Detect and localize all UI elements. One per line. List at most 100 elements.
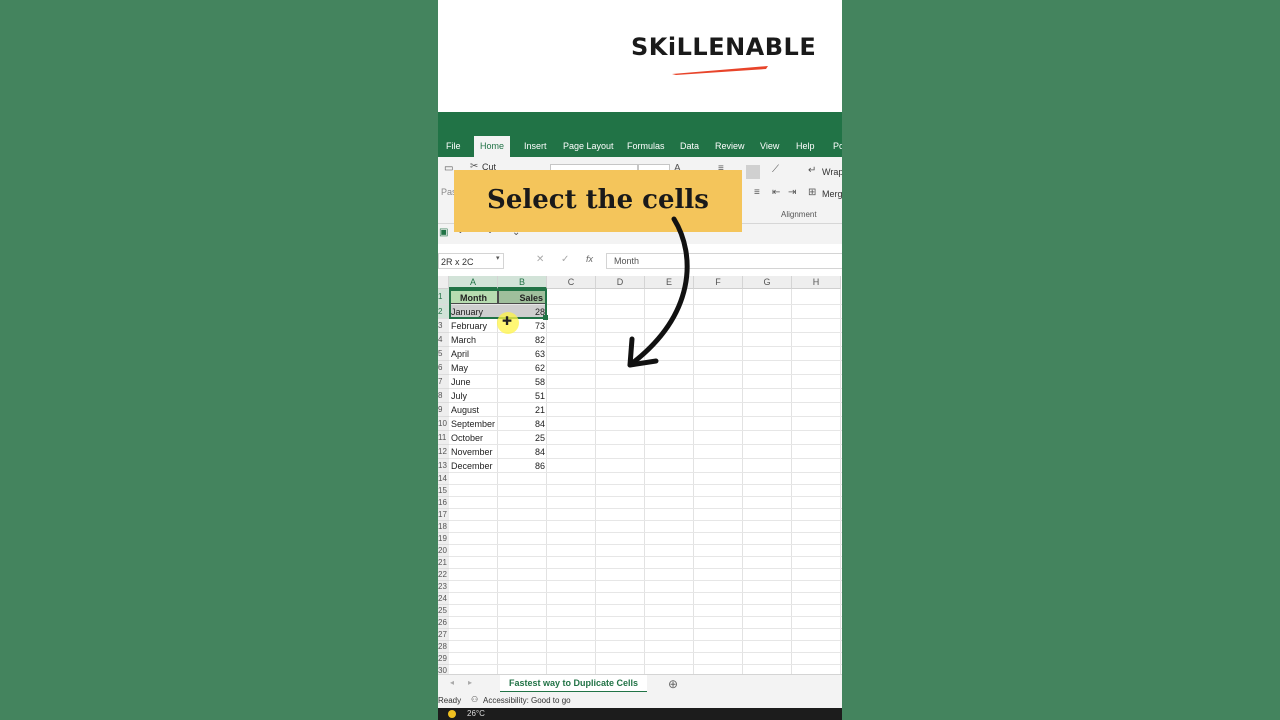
tab-review[interactable]: Review (709, 136, 751, 157)
cell-sales[interactable]: 62 (498, 361, 547, 375)
row-header[interactable]: 6 (438, 361, 449, 375)
column-header[interactable]: C (547, 276, 596, 289)
cell-month[interactable]: March (449, 333, 498, 347)
select-all-corner[interactable] (438, 276, 449, 289)
cell-sales[interactable]: 86 (498, 459, 547, 473)
cell-sales[interactable]: 51 (498, 389, 547, 403)
merge-button[interactable]: Merg (822, 189, 842, 199)
sheet-tab-active[interactable]: Fastest way to Duplicate Cells (500, 675, 648, 693)
cell-b1-header[interactable]: Sales (498, 290, 547, 304)
prev-sheet-icon[interactable]: ◂ (450, 678, 454, 687)
cell-month[interactable]: September (449, 417, 498, 431)
row-header[interactable]: 27 (438, 629, 449, 641)
tab-help[interactable]: Help (790, 136, 821, 157)
row-header[interactable]: 22 (438, 569, 449, 581)
row-header[interactable]: 3 (438, 319, 449, 333)
cell-sales[interactable]: 84 (498, 445, 547, 459)
row-header[interactable]: 2 (438, 305, 449, 319)
wrap-text-button[interactable]: Wrap (822, 167, 842, 177)
cell-sales[interactable]: 58 (498, 375, 547, 389)
skillenable-logo: SKiLLENABLE (631, 33, 817, 61)
row-header[interactable]: 19 (438, 533, 449, 545)
weather-temp[interactable]: 26°C (467, 709, 485, 718)
decrease-indent-icon[interactable]: ⇤ (772, 187, 780, 198)
cell-sales[interactable]: 82 (498, 333, 547, 347)
enter-icon[interactable]: ✓ (561, 254, 569, 265)
save-icon[interactable]: ▣ (439, 227, 448, 238)
cell-month[interactable]: June (449, 375, 498, 389)
row-header[interactable]: 5 (438, 347, 449, 361)
align-right-icon[interactable]: ≡ (754, 187, 760, 198)
row-header[interactable]: 14 (438, 473, 449, 485)
cell-a1-header[interactable]: Month (449, 290, 498, 304)
cell-sales[interactable]: 25 (498, 431, 547, 445)
column-header[interactable]: F (694, 276, 743, 289)
row-header[interactable]: 16 (438, 497, 449, 509)
cell-month[interactable]: December (449, 459, 498, 473)
tab-view[interactable]: View (754, 136, 785, 157)
cell-month[interactable]: May (449, 361, 498, 375)
column-header[interactable]: G (743, 276, 792, 289)
merge-icon[interactable]: ⊞ (808, 187, 816, 198)
row-header[interactable]: 15 (438, 485, 449, 497)
cell-month[interactable]: November (449, 445, 498, 459)
cell-month[interactable]: August (449, 403, 498, 417)
row-header[interactable]: 12 (438, 445, 449, 459)
tab-insert[interactable]: Insert (518, 136, 553, 157)
row-header[interactable]: 20 (438, 545, 449, 557)
row-header[interactable]: 23 (438, 581, 449, 593)
row-header[interactable]: 13 (438, 459, 449, 473)
row-header[interactable]: 8 (438, 389, 449, 403)
grid-line (449, 556, 842, 557)
tab-data[interactable]: Data (674, 136, 705, 157)
tab-more[interactable]: Po (827, 136, 842, 157)
paste-icon[interactable]: ▭ (444, 163, 453, 174)
orientation-icon[interactable]: ⟋ (772, 164, 779, 175)
accessibility-status[interactable]: Accessibility: Good to go (483, 696, 571, 705)
tab-file[interactable]: File (440, 136, 467, 157)
row-header[interactable]: 24 (438, 593, 449, 605)
cell-month[interactable]: July (449, 389, 498, 403)
windows-taskbar: 26°C (438, 708, 842, 720)
insert-function-icon[interactable]: fx (586, 254, 593, 264)
row-header[interactable]: 1 (438, 289, 449, 305)
logo-swoosh-icon (672, 66, 768, 75)
row-header[interactable]: 18 (438, 521, 449, 533)
name-box[interactable]: 2R x 2C (438, 253, 504, 269)
cell-sales[interactable]: 84 (498, 417, 547, 431)
cell-month[interactable]: February (449, 319, 498, 333)
row-header[interactable]: 11 (438, 431, 449, 445)
column-header[interactable]: A (449, 276, 498, 289)
column-header[interactable]: B (498, 276, 547, 289)
tab-formulas[interactable]: Formulas (621, 136, 671, 157)
row-header[interactable]: 28 (438, 641, 449, 653)
row-header[interactable]: 26 (438, 617, 449, 629)
cell-month[interactable]: January (449, 305, 498, 319)
cell-sales[interactable]: 21 (498, 403, 547, 417)
increase-indent-icon[interactable]: ⇥ (788, 187, 796, 198)
row-header[interactable]: 4 (438, 333, 449, 347)
align-bottom-icon[interactable] (746, 165, 760, 179)
cancel-icon[interactable]: ✕ (536, 254, 544, 265)
row-header[interactable]: 10 (438, 417, 449, 431)
row-header[interactable]: 21 (438, 557, 449, 569)
add-sheet-icon[interactable]: ⊕ (668, 677, 678, 691)
tab-home[interactable]: Home (474, 136, 511, 157)
tab-page-layout[interactable]: Page Layout (557, 136, 620, 157)
column-header[interactable]: H (792, 276, 841, 289)
weather-icon[interactable] (448, 710, 456, 718)
row-header[interactable]: 9 (438, 403, 449, 417)
cell-month[interactable]: October (449, 431, 498, 445)
cell-sales[interactable]: 63 (498, 347, 547, 361)
cell-month[interactable]: April (449, 347, 498, 361)
next-sheet-icon[interactable]: ▸ (468, 678, 472, 687)
namebox-dropdown-icon[interactable]: ▾ (496, 254, 500, 262)
fill-handle[interactable] (543, 315, 548, 320)
grid-line (449, 664, 842, 665)
accessibility-icon[interactable]: ⚇ (471, 695, 478, 704)
row-header[interactable]: 7 (438, 375, 449, 389)
row-header[interactable]: 25 (438, 605, 449, 617)
row-header[interactable]: 29 (438, 653, 449, 665)
wrap-icon[interactable]: ↵ (808, 165, 816, 176)
row-header[interactable]: 17 (438, 509, 449, 521)
